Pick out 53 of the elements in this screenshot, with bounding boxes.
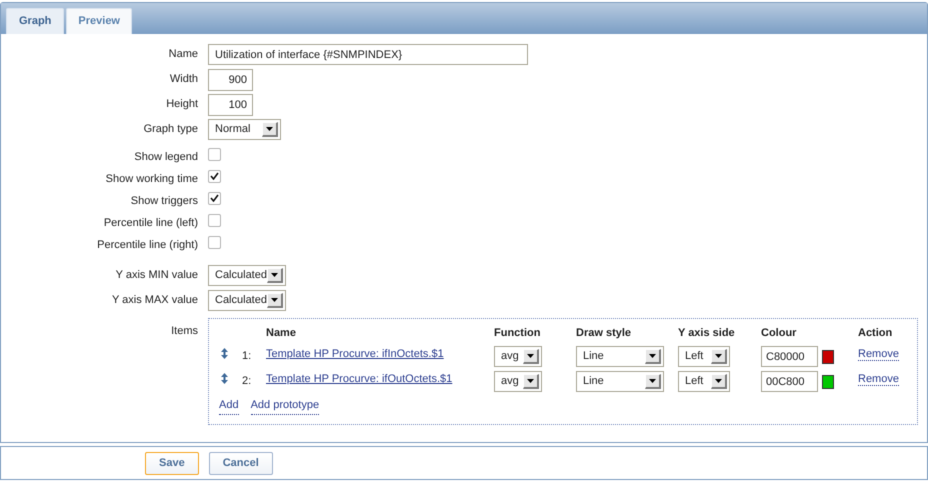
field-label: Graph type <box>142 122 198 138</box>
column-header: Action <box>858 326 894 341</box>
column-header: Name <box>266 326 297 341</box>
drag-handle-icon[interactable] <box>220 348 229 360</box>
item-link[interactable]: Template HP Procurve: ifOutOctets.$1 <box>266 373 452 386</box>
column-header: Y axis side <box>678 326 736 341</box>
cancel-button[interactable]: Cancel <box>208 452 273 474</box>
field-label: Show legend <box>133 150 198 165</box>
dropdown[interactable]: Normal <box>208 119 281 140</box>
dropdown[interactable]: Calculated <box>208 265 286 286</box>
axis-side-dropdown[interactable]: Left <box>678 371 730 392</box>
column-header: Draw style <box>576 326 632 341</box>
draw-style-dropdown[interactable]: Line <box>576 346 664 367</box>
save-button[interactable]: Save <box>145 452 199 474</box>
function-dropdown[interactable]: avg <box>494 371 542 392</box>
item-link[interactable]: Template HP Procurve: ifInOctets.$1 <box>266 348 444 360</box>
row-number: 2: <box>242 375 252 388</box>
number-input[interactable]: 100 <box>208 94 253 116</box>
checkbox[interactable] <box>208 148 221 160</box>
column-header: Function <box>494 326 542 341</box>
field-label: Items <box>170 324 198 339</box>
field-label: Name <box>168 47 198 62</box>
field-label: Y axis MAX value <box>110 293 198 308</box>
axis-side-dropdown[interactable]: Left <box>678 346 730 367</box>
checkbox[interactable] <box>208 236 221 248</box>
dropdown[interactable]: Calculated <box>208 290 286 311</box>
number-input[interactable]: 900 <box>208 68 253 90</box>
field-label: Height <box>165 97 198 112</box>
remove-link[interactable]: Remove <box>858 373 899 386</box>
colour-swatch[interactable] <box>822 374 834 388</box>
field-label: Percentile line (left) <box>102 216 198 231</box>
add-link[interactable]: Add prototype <box>250 397 320 414</box>
function-dropdown[interactable]: avg <box>494 346 542 367</box>
tab[interactable]: Graph <box>6 8 64 34</box>
field-label: Show working time <box>104 172 198 187</box>
row-number: 1: <box>242 350 252 362</box>
field-label: Width <box>168 72 198 88</box>
column-header: Colour <box>761 326 798 341</box>
colour-input[interactable]: 00C800 <box>761 371 818 392</box>
add-link[interactable]: Add <box>219 397 239 414</box>
field-label: Y axis MIN value <box>114 268 198 284</box>
remove-link[interactable]: Remove <box>858 348 899 362</box>
name-input[interactable]: Utilization of interface {#SNMPINDEX} <box>208 44 528 65</box>
colour-input[interactable]: C80000 <box>761 346 818 367</box>
checkbox[interactable] <box>208 170 221 182</box>
tab[interactable]: Preview <box>66 8 132 34</box>
field-label: Percentile line (right) <box>96 238 198 253</box>
drag-handle-icon[interactable] <box>220 373 229 384</box>
checkbox[interactable] <box>208 214 221 226</box>
field-label: Show triggers <box>130 194 198 209</box>
draw-style-dropdown[interactable]: Line <box>576 371 664 392</box>
colour-swatch[interactable] <box>822 350 834 364</box>
checkbox[interactable] <box>208 192 221 204</box>
